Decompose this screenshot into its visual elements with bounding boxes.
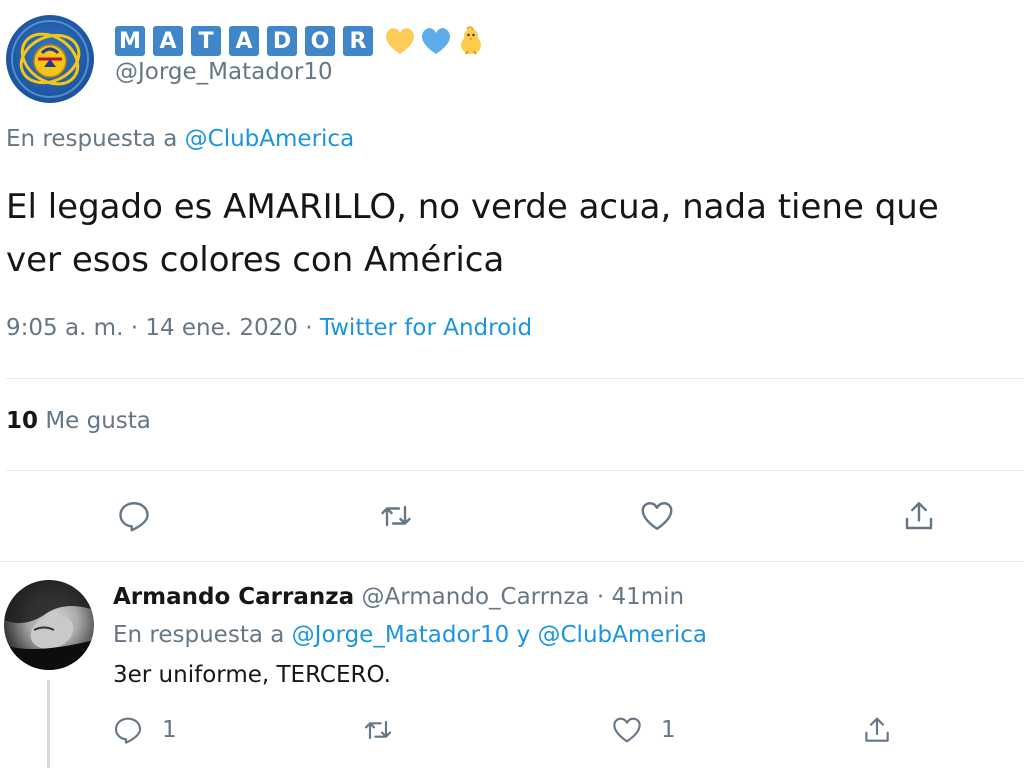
retweet-icon: [381, 505, 411, 527]
reply-share-button[interactable]: [861, 714, 893, 746]
thread-line: [47, 680, 50, 768]
divider: [6, 378, 1024, 379]
mention-link[interactable]: @ClubAmerica: [538, 622, 708, 648]
likes-label: Me gusta: [45, 408, 151, 434]
baby-chick-icon: [455, 25, 487, 57]
retweet-icon: [364, 720, 392, 740]
reply-prefix: En respuesta a: [6, 126, 185, 152]
like-icon: [613, 717, 641, 743]
like-count: 1: [661, 717, 676, 743]
reply-avatar[interactable]: [4, 580, 94, 670]
name-letter: D: [267, 26, 297, 56]
name-letter: R: [343, 26, 373, 56]
separator: ·: [589, 584, 612, 610]
like-button[interactable]: [637, 496, 677, 536]
reply-author-handle[interactable]: @Armando_Carrnza: [361, 584, 589, 610]
reply-icon: [119, 502, 149, 532]
reply-retweet-button[interactable]: [362, 714, 394, 746]
reply-header: Armando Carranza @Armando_Carrnza · 41mi…: [113, 584, 684, 610]
name-letter: O: [305, 26, 335, 56]
source-link[interactable]: Twitter for Android: [320, 315, 532, 341]
reply-prefix: En respuesta a: [113, 622, 292, 648]
share-icon: [905, 502, 933, 530]
club-america-logo-icon: [11, 20, 89, 98]
share-button[interactable]: [899, 496, 939, 536]
mention-link[interactable]: @Jorge_Matador10: [292, 622, 510, 648]
yellow-heart-icon: [383, 26, 417, 56]
share-icon: [865, 717, 889, 742]
mention-link[interactable]: @ClubAmerica: [185, 126, 355, 152]
reply-icon: [114, 717, 142, 744]
retweet-button[interactable]: [376, 496, 416, 536]
divider: [0, 561, 1024, 562]
divider: [6, 470, 1024, 471]
reply-joiner: y: [509, 622, 538, 648]
blue-heart-icon: [419, 26, 453, 56]
display-name[interactable]: M A T A D O R: [115, 25, 487, 57]
replying-to: En respuesta a @ClubAmerica: [6, 126, 354, 152]
like-icon: [641, 502, 673, 530]
reply-reply-button[interactable]: 1: [112, 714, 177, 746]
name-letter: A: [229, 26, 259, 56]
name-letter: A: [153, 26, 183, 56]
reply-button[interactable]: [114, 496, 154, 536]
reply-count: 1: [162, 717, 177, 743]
name-letter: T: [191, 26, 221, 56]
reply-like-button[interactable]: 1: [611, 714, 676, 746]
replying-to: En respuesta a @Jorge_Matador10 y @ClubA…: [113, 622, 707, 648]
tweet-meta: 9:05 a. m. · 14 ene. 2020 · Twitter for …: [6, 315, 532, 341]
likes-count: 10: [6, 408, 39, 434]
name-letter: M: [115, 26, 145, 56]
likes-summary[interactable]: 10 Me gusta: [6, 408, 151, 434]
tweet-text: El legado es AMARILLO, no verde acua, na…: [6, 187, 939, 280]
reply-text: 3er uniforme, TERCERO.: [113, 662, 391, 688]
reply-timestamp[interactable]: 41min: [611, 584, 684, 610]
reply-author-name[interactable]: Armando Carranza: [113, 584, 354, 610]
user-handle[interactable]: @Jorge_Matador10: [115, 59, 333, 85]
avatar-photo: [4, 580, 94, 670]
timestamp[interactable]: 9:05 a. m. · 14 ene. 2020 ·: [6, 315, 320, 341]
avatar[interactable]: [6, 15, 94, 103]
